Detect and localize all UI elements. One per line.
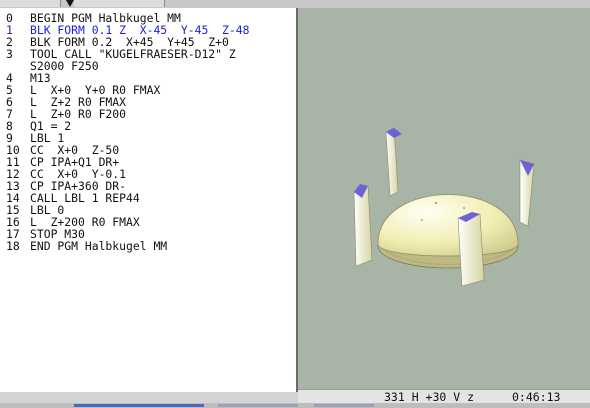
line-number: 18 [6,239,20,253]
top-bar [0,0,590,8]
nc-program-editor[interactable]: 0 BEGIN PGM Halbkugel MM 1 BLK FORM 0.1 Z X… [0,8,298,392]
clamp-post-front-right [457,212,485,287]
clamp-post-front-left [353,184,373,267]
line-text: END PGM Halbkugel MM [30,239,168,253]
taskbar-segment [314,404,374,407]
taskbar-highlight [74,404,204,407]
hemisphere-workpiece [377,194,519,269]
status-bar: 331 H +30 V z 0:46:13 [298,389,590,404]
graphics-simulation-view[interactable] [298,8,590,390]
bottom-strip [0,403,590,408]
program-line[interactable]: 14 CALL LBL 1 REP44 [6,192,140,204]
program-line[interactable]: S2000 F250 [6,60,99,72]
machining-time-readout: 0:46:13 [512,390,561,404]
clamp-post-back-left [385,127,402,197]
clamp-post-back-right [519,159,535,227]
taskbar-segment [218,404,298,407]
top-tab[interactable] [74,0,165,7]
simulation-canvas [353,127,535,287]
top-tab[interactable] [0,0,61,7]
mouse-cursor-icon [66,0,74,7]
view-angle-readout: 331 H +30 V z [384,390,475,404]
line-number: 3 [6,47,13,61]
program-line[interactable]: 18 END PGM Halbkugel MM [6,240,167,252]
